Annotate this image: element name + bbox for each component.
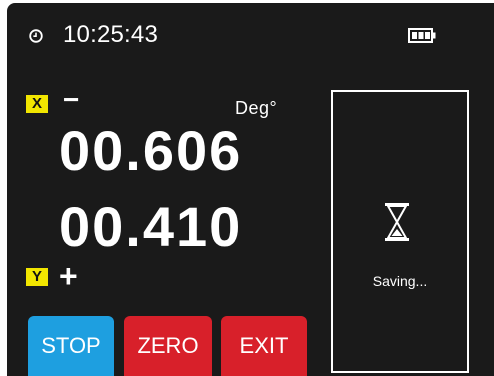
device-screen: 10:25:43 X − Deg° 00.606 00.410 Y + STOP… [7,3,494,376]
exit-button[interactable]: EXIT [221,316,307,376]
y-axis-value: 00.410 [59,195,243,258]
hourglass-icon [385,203,409,241]
x-axis-badge: X [26,95,48,113]
x-axis-value: 00.606 [59,119,243,182]
x-axis-sign: − [63,84,80,115]
stop-button[interactable]: STOP [28,316,114,376]
clock-icon [29,29,43,43]
battery-icon [408,28,436,43]
zero-button[interactable]: ZERO [124,316,212,376]
clock-time: 10:25:43 [63,21,159,48]
saving-dialog: Saving... [331,90,469,373]
status-bar: 10:25:43 [7,3,494,63]
y-axis-badge: Y [26,268,48,286]
y-axis-sign: + [59,258,78,294]
saving-status-text: Saving... [372,273,428,289]
unit-label: Deg° [235,98,278,118]
